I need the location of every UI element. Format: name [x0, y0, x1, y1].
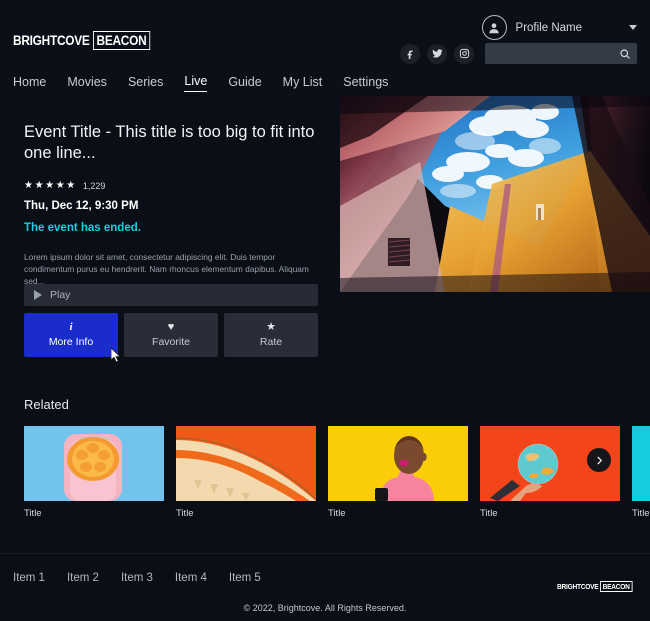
hero-description: Lorem ipsum dolor sit amet, consectetur … — [24, 252, 309, 286]
mouse-cursor-icon — [110, 347, 122, 363]
thumbnail-orange-arch[interactable] — [176, 426, 316, 501]
event-date: Thu, Dec 12, 9:30 PM — [24, 200, 139, 212]
nav-item-settings[interactable]: Settings — [343, 75, 388, 92]
nav-item-home[interactable]: Home — [13, 75, 46, 92]
related-heading: Related — [24, 397, 69, 412]
nav-item-my-list[interactable]: My List — [283, 75, 323, 92]
hero-details: Event Title - This title is too big to f… — [24, 122, 324, 287]
favorite-label: Favorite — [152, 336, 190, 348]
footer-link-item-3[interactable]: Item 3 — [121, 572, 153, 584]
brightcove-beacon-logo[interactable]: BRIGHTCOVE BEACON — [13, 31, 158, 50]
app-root: BRIGHTCOVE BEACON Profile Name Home Movi… — [0, 0, 650, 621]
play-button-label: Play — [50, 289, 71, 301]
search-input[interactable] — [485, 43, 637, 64]
heart-icon: ♥ — [167, 321, 175, 333]
footer-logo-wordmark: BRIGHTCOVE — [557, 582, 599, 591]
footer-link-item-2[interactable]: Item 2 — [67, 572, 99, 584]
nav-item-live[interactable]: Live — [184, 74, 208, 92]
logo-beacon-box: BEACON — [93, 31, 150, 50]
facebook-icon[interactable] — [400, 43, 420, 64]
nav-item-guide[interactable]: Guide — [228, 75, 261, 92]
thumbnail-orange-slice[interactable] — [24, 426, 164, 501]
search-box[interactable] — [485, 43, 637, 64]
play-triangle-icon — [34, 290, 42, 300]
related-rail: Title Title Title Title Title — [24, 426, 650, 526]
user-avatar-icon — [481, 15, 507, 40]
social-and-search-row — [400, 43, 637, 64]
action-button-row: i More Info ♥ Favorite ★ Rate — [24, 313, 318, 357]
thumbnail-woman-yellow[interactable] — [328, 426, 468, 501]
hero-image — [340, 96, 650, 292]
star-rating-icon: ★★★★★ — [24, 180, 77, 191]
list-item-title: Title — [176, 508, 194, 519]
chevron-right-icon[interactable] — [587, 448, 611, 472]
footer-link-item-5[interactable]: Item 5 — [229, 572, 261, 584]
instagram-icon[interactable] — [454, 43, 474, 64]
search-icon[interactable] — [619, 47, 631, 65]
nav-item-movies[interactable]: Movies — [67, 75, 107, 92]
more-info-label: More Info — [48, 336, 94, 348]
thumbnail-cyan-partial[interactable] — [632, 426, 650, 501]
related-rail-inner: Title Title Title Title Title — [24, 426, 650, 519]
profile-name-label: Profile Name — [515, 21, 582, 34]
rating-row: ★★★★★ 1,229 — [24, 180, 324, 192]
footer-brightcove-beacon-logo: BRIGHTCOVE BEACON — [557, 581, 637, 592]
favorite-button[interactable]: ♥ Favorite — [124, 313, 218, 357]
list-item[interactable]: Title — [328, 426, 468, 519]
footer-links: Item 1 Item 2 Item 3 Item 4 Item 5 — [13, 572, 261, 584]
footer-divider — [0, 553, 650, 554]
chevron-down-icon[interactable] — [629, 25, 637, 30]
footer-link-item-1[interactable]: Item 1 — [13, 572, 45, 584]
footer-link-item-4[interactable]: Item 4 — [175, 572, 207, 584]
list-item[interactable]: Title — [24, 426, 164, 519]
page-title: Event Title - This title is too big to f… — [24, 123, 315, 162]
rate-label: Rate — [259, 336, 283, 348]
info-icon: i — [69, 321, 73, 333]
list-item-title: Title — [632, 508, 650, 519]
rate-button[interactable]: ★ Rate — [224, 313, 318, 357]
main-navigation: Home Movies Series Live Guide My List Se… — [13, 74, 388, 92]
list-item-title: Title — [24, 508, 42, 519]
list-item[interactable]: Title — [480, 426, 620, 519]
nav-item-series[interactable]: Series — [128, 75, 163, 92]
more-info-button[interactable]: i More Info — [24, 313, 118, 357]
list-item[interactable]: Title — [632, 426, 650, 519]
list-item-title: Title — [480, 508, 498, 519]
play-button[interactable]: Play — [24, 284, 318, 306]
copyright-text: © 2022, Brightcove. All Rights Reserved. — [243, 603, 407, 613]
twitter-icon[interactable] — [427, 43, 447, 64]
star-icon: ★ — [266, 321, 276, 333]
status-badge: The event has ended. — [24, 222, 141, 234]
site-header: BRIGHTCOVE BEACON Profile Name Home Movi… — [0, 0, 650, 95]
rating-count: 1,229 — [82, 181, 106, 191]
list-item[interactable]: Title — [176, 426, 316, 519]
profile-menu[interactable]: Profile Name — [481, 15, 637, 40]
footer-logo-beacon-box: BEACON — [600, 581, 633, 592]
list-item-title: Title — [328, 508, 346, 519]
logo-wordmark: BRIGHTCOVE — [13, 33, 90, 48]
